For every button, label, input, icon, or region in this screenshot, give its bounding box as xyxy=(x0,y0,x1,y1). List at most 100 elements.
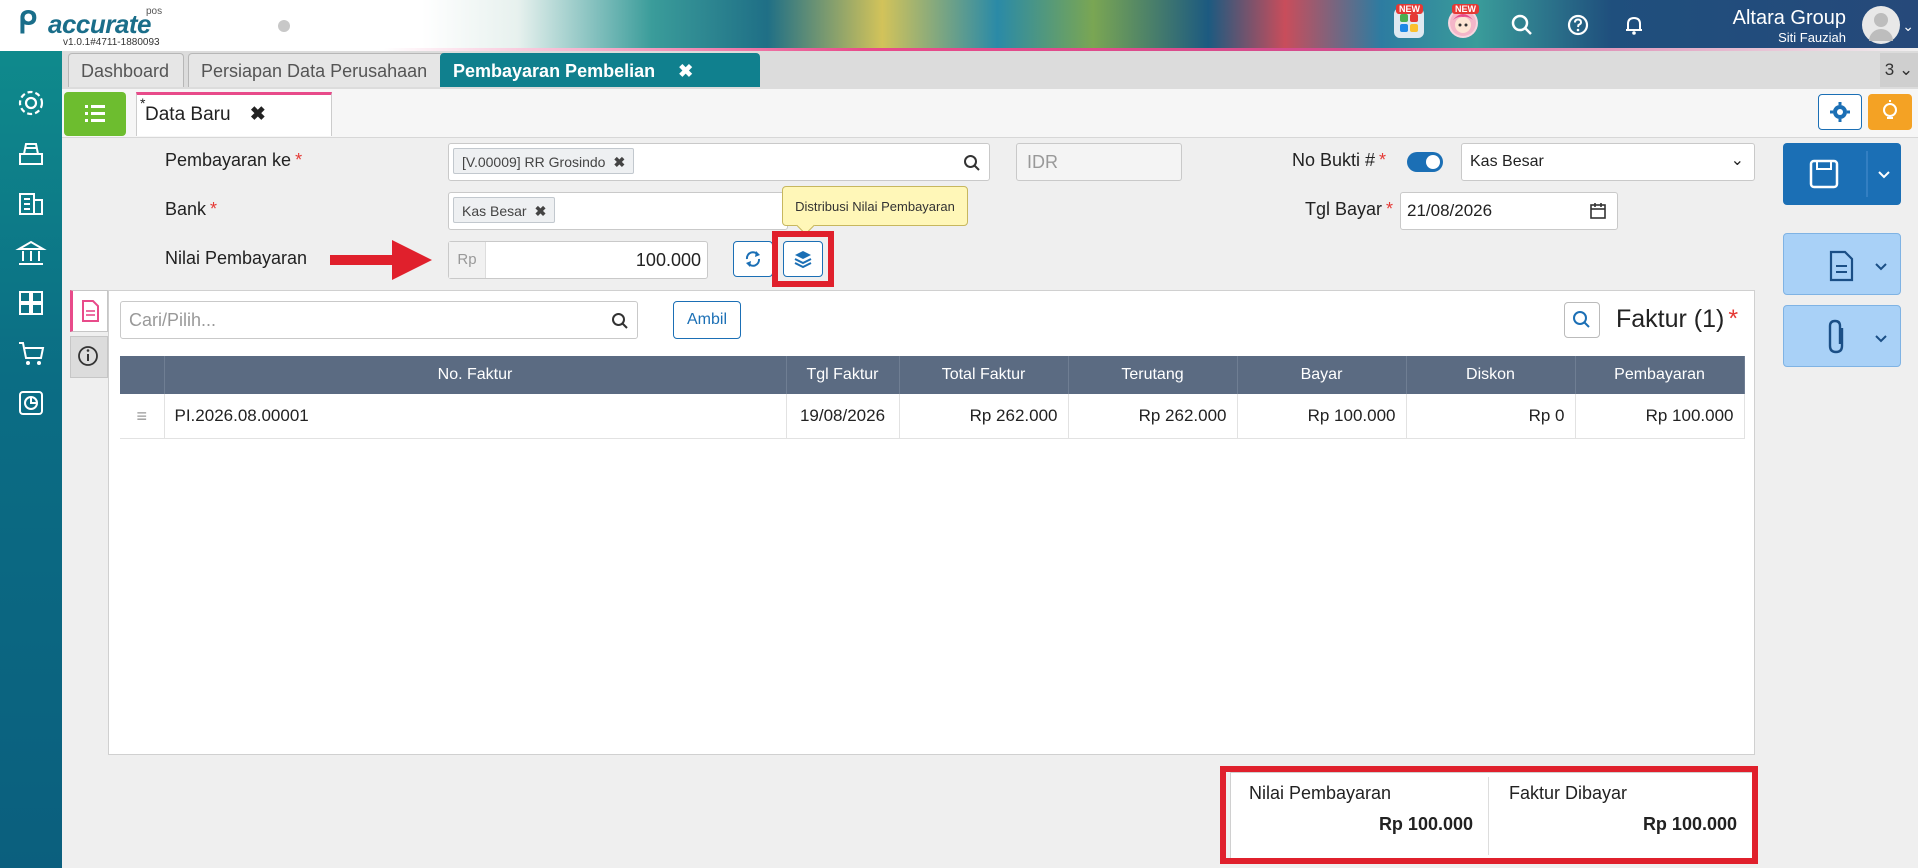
tab-count-dropdown[interactable]: 3 ⌄ xyxy=(1880,53,1918,87)
top-bar: ᑭ accurate pos v1.0.1#4711-1880093 NEW N… xyxy=(0,0,1918,51)
no-bukti-select-value: Kas Besar xyxy=(1470,153,1544,170)
tab-label: Dashboard xyxy=(81,61,170,81)
tgl-bayar-value: 21/08/2026 xyxy=(1407,201,1493,220)
tab-dashboard[interactable]: Dashboard xyxy=(68,53,184,87)
faktur-side-tab[interactable] xyxy=(70,290,108,332)
currency-field: IDR xyxy=(1016,143,1182,181)
column-header-tgl-faktur[interactable]: Tgl Faktur xyxy=(786,356,900,394)
no-bukti-select[interactable]: Kas Besar ⌄ xyxy=(1461,143,1755,181)
purchase-cart-icon[interactable] xyxy=(14,336,48,370)
chevron-down-icon: ⌄ xyxy=(1730,152,1744,169)
tab-pembayaran-pembelian[interactable]: Pembayaran Pembelian ✖ xyxy=(440,53,760,87)
tab-bar: Dashboard Persiapan Data Perusahaan Pemb… xyxy=(62,51,1918,89)
refresh-button[interactable] xyxy=(733,241,773,277)
status-dot xyxy=(278,20,290,32)
list-view-button[interactable] xyxy=(64,92,126,136)
inventory-icon[interactable] xyxy=(14,286,48,320)
faktur-table: No. Faktur Tgl Faktur Total Faktur Terut… xyxy=(120,356,1745,439)
bank-select[interactable]: Kas Besar ✖ xyxy=(448,192,788,230)
column-header-total-faktur[interactable]: Total Faktur xyxy=(899,356,1069,394)
settings-button[interactable] xyxy=(1818,94,1862,130)
bank-text: Bank xyxy=(165,199,207,219)
tgl-bayar-text: Tgl Bayar xyxy=(1305,199,1383,219)
search-icon[interactable] xyxy=(611,312,629,330)
no-bukti-label: No Bukti # * xyxy=(1292,150,1386,171)
bank-icon[interactable] xyxy=(14,236,48,270)
auto-number-toggle[interactable] xyxy=(1407,152,1443,172)
column-header-handle xyxy=(120,356,165,394)
faktur-title: Faktur (1) * xyxy=(1616,305,1738,334)
search-icon[interactable] xyxy=(963,154,981,172)
column-header-no-faktur[interactable]: No. Faktur xyxy=(164,356,787,394)
data-baru-tab[interactable]: * Data Baru ✖ xyxy=(136,92,332,136)
user-avatar[interactable] xyxy=(1862,6,1900,44)
chevron-down-icon[interactable]: ⌄ xyxy=(1902,18,1914,35)
required-mark: * xyxy=(1379,150,1387,170)
attachment-button[interactable] xyxy=(1783,305,1901,367)
tab-label: Pembayaran Pembelian xyxy=(453,61,656,81)
sidebar xyxy=(0,51,62,868)
required-mark: * xyxy=(295,150,303,170)
column-header-diskon[interactable]: Diskon xyxy=(1406,356,1576,394)
required-mark: * xyxy=(1728,305,1739,333)
save-button[interactable] xyxy=(1783,143,1901,205)
close-icon[interactable]: ✖ xyxy=(678,61,693,81)
nilai-pembayaran-label: Nilai Pembayaran xyxy=(165,248,307,269)
new-badge-assistant: NEW xyxy=(1452,4,1479,14)
vendor-chip-label: [V.00009] RR Grosindo xyxy=(462,154,606,170)
table-row[interactable]: ≡ PI.2026.08.00001 19/08/2026 Rp 262.000… xyxy=(120,394,1745,439)
distribute-payment-button[interactable] xyxy=(783,241,823,277)
help-icon[interactable] xyxy=(1565,12,1591,38)
tab-count: 3 xyxy=(1884,60,1895,79)
column-header-pembayaran[interactable]: Pembayaran xyxy=(1575,356,1745,394)
nilai-pembayaran-value: 100.000 xyxy=(635,250,701,270)
report-chart-icon[interactable] xyxy=(14,386,48,420)
tab-label: Persiapan Data Perusahaan xyxy=(201,61,428,81)
tgl-bayar-input[interactable]: 21/08/2026 xyxy=(1400,192,1618,230)
faktur-title-text: Faktur (1) xyxy=(1616,305,1725,333)
bank-label: Bank * xyxy=(165,199,217,220)
vendor-select[interactable]: [V.00009] RR Grosindo ✖ xyxy=(448,143,990,181)
search-icon[interactable] xyxy=(1509,12,1535,38)
new-badge-apps: NEW xyxy=(1396,4,1423,14)
cell-diskon: Rp 0 xyxy=(1406,394,1576,439)
user-name[interactable]: Siti Fauziah xyxy=(1778,30,1846,45)
remove-icon[interactable]: ✖ xyxy=(613,154,625,170)
document-print-button[interactable] xyxy=(1783,233,1901,295)
bell-icon[interactable] xyxy=(1621,12,1647,38)
required-mark: * xyxy=(1386,199,1394,219)
column-header-bayar[interactable]: Bayar xyxy=(1237,356,1407,394)
tips-bulb-button[interactable] xyxy=(1868,94,1912,130)
accurate-logo[interactable]: ᑭ accurate pos v1.0.1#4711-1880093 xyxy=(18,6,168,48)
no-bukti-text: No Bukti # xyxy=(1292,150,1376,170)
currency-prefix: Rp xyxy=(449,242,486,278)
highlight-box-summary xyxy=(1220,766,1758,864)
pembayaran-ke-label: Pembayaran ke * xyxy=(165,150,302,171)
ambil-button[interactable]: Ambil xyxy=(673,301,741,339)
logo-sub: pos xyxy=(146,6,163,17)
cell-bayar: Rp 100.000 xyxy=(1237,394,1407,439)
pembayaran-ke-text: Pembayaran ke xyxy=(165,150,292,170)
cell-tgl-faktur: 19/08/2026 xyxy=(786,394,900,439)
drag-handle-icon[interactable]: ≡ xyxy=(120,394,165,439)
faktur-search-button[interactable] xyxy=(1564,302,1600,338)
column-header-terutang[interactable]: Terutang xyxy=(1068,356,1238,394)
company-name[interactable]: Altara Group xyxy=(1733,7,1846,30)
info-side-tab[interactable] xyxy=(70,336,108,378)
cell-no-faktur: PI.2026.08.00001 xyxy=(164,394,787,439)
nilai-pembayaran-text: Nilai Pembayaran xyxy=(165,248,308,268)
faktur-search-input[interactable]: Cari/Pilih... xyxy=(120,301,638,339)
remove-icon[interactable]: ✖ xyxy=(535,203,547,219)
nilai-pembayaran-input[interactable]: Rp 100.000 xyxy=(448,241,708,279)
subtab-label: Data Baru xyxy=(145,104,231,125)
calendar-icon[interactable] xyxy=(1589,202,1607,220)
currency-value: IDR xyxy=(1027,152,1058,172)
settings-gear-icon[interactable] xyxy=(14,86,48,120)
accurate-logo-mark: ᑭ xyxy=(18,7,37,40)
table-header: No. Faktur Tgl Faktur Total Faktur Terut… xyxy=(120,356,1745,394)
company-building-icon[interactable] xyxy=(14,186,48,220)
tgl-bayar-label: Tgl Bayar * xyxy=(1305,199,1393,220)
cashier-icon[interactable] xyxy=(14,136,48,170)
close-icon[interactable]: ✖ xyxy=(250,104,266,125)
tooltip: Distribusi Nilai Pembayaran xyxy=(782,186,968,226)
